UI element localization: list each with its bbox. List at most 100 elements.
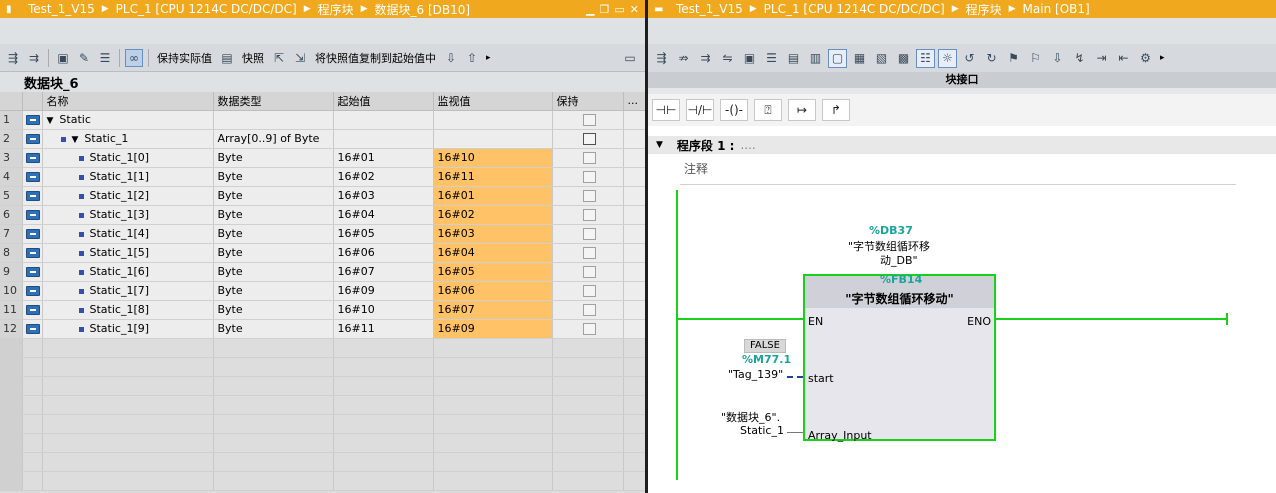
comment-icon[interactable]: ▢ xyxy=(828,48,847,68)
table-row[interactable]: 4 Static_1[1] Byte 16#02 16#11 xyxy=(0,167,645,187)
cell-data-type[interactable]: Byte xyxy=(213,186,334,206)
cell-name[interactable]: Static xyxy=(59,113,90,126)
array-tag-1[interactable]: "数据块_6". xyxy=(721,409,780,425)
cell-name[interactable]: Static_1[1] xyxy=(90,170,150,183)
list-icon[interactable]: ☰ xyxy=(96,49,114,67)
outdent-icon[interactable]: ⇤ xyxy=(1114,49,1133,68)
goto-icon[interactable]: ↺ xyxy=(960,49,979,68)
expand-icon[interactable]: ▣ xyxy=(54,49,72,67)
title-folder[interactable]: 程序块 xyxy=(966,1,1002,18)
call-icon[interactable]: ↯ xyxy=(1070,49,1089,68)
cell-start-value[interactable]: 16#06 xyxy=(333,243,434,263)
nc-contact-icon[interactable]: ⊣/⊢ xyxy=(686,99,714,121)
toolbar-more-icon[interactable]: ▸ xyxy=(1160,53,1165,63)
collapse-triangle-icon[interactable]: ▼ xyxy=(656,140,663,150)
layout-icon[interactable]: ▭ xyxy=(621,49,639,67)
retain-checkbox[interactable] xyxy=(583,304,596,316)
cell-name[interactable]: Static_1[9] xyxy=(90,322,150,335)
indent-icon[interactable]: ⇥ xyxy=(1092,49,1111,68)
open-branch-icon[interactable]: ↦ xyxy=(788,99,816,121)
network-title-placeholder[interactable]: .... xyxy=(740,138,755,152)
network-icon[interactable]: ☷ xyxy=(916,48,935,68)
cell-name[interactable]: Static_1[4] xyxy=(90,227,150,240)
cell-start-value[interactable]: 16#05 xyxy=(333,224,434,244)
cell-data-type[interactable]: Byte xyxy=(213,224,334,244)
table-row[interactable]: 10 Static_1[7] Byte 16#09 16#06 xyxy=(0,281,645,301)
toolbar-more-icon[interactable]: ▸ xyxy=(486,53,491,63)
coil-icon[interactable]: -()- xyxy=(720,99,748,121)
restore-icon[interactable]: ❐ xyxy=(600,3,610,16)
absolute-operands-icon[interactable]: ▦ xyxy=(850,49,869,68)
download-icon[interactable]: ⇩ xyxy=(1048,49,1067,68)
col-start-value[interactable]: 起始值 xyxy=(333,92,434,111)
minimize-icon[interactable]: ▁ xyxy=(586,3,594,16)
cell-start-value[interactable] xyxy=(333,110,434,130)
col-name[interactable]: 名称 xyxy=(42,92,214,111)
cell-data-type[interactable]: Byte xyxy=(213,205,334,225)
title-folder[interactable]: 程序块 xyxy=(318,1,354,18)
copy-to-start-icon[interactable]: ⇱ xyxy=(270,49,288,67)
cell-name[interactable]: Static_1[7] xyxy=(90,284,150,297)
edit-icon[interactable]: ✎ xyxy=(75,49,93,67)
title-project[interactable]: Test_1_V15 xyxy=(676,2,743,16)
cell-start-value[interactable]: 16#11 xyxy=(333,319,434,339)
close-branch-icon[interactable]: ↱ xyxy=(822,99,850,121)
array-tag-2[interactable]: Static_1 xyxy=(740,424,784,437)
cell-name[interactable]: Static_1[3] xyxy=(90,208,150,221)
table-row[interactable]: 7 Static_1[4] Byte 16#05 16#03 xyxy=(0,224,645,244)
col-data-type[interactable]: 数据类型 xyxy=(213,92,334,111)
favorites-icon[interactable]: ▩ xyxy=(894,49,913,68)
retain-checkbox[interactable] xyxy=(583,228,596,240)
next-bookmark-icon[interactable]: ⚐ xyxy=(1026,49,1045,68)
table-row[interactable]: 3 Static_1[0] Byte 16#01 16#10 xyxy=(0,148,645,168)
overview-icon[interactable]: ⚙ xyxy=(1136,49,1155,68)
insert-network-icon[interactable]: ⇶ xyxy=(652,49,671,68)
title-block[interactable]: 数据块_6 [DB10] xyxy=(375,1,471,18)
close-all-icon[interactable]: ▥ xyxy=(806,49,825,68)
block-interface-splitter[interactable]: 块接口 xyxy=(648,72,1276,88)
bookmark-icon[interactable]: ⚑ xyxy=(1004,49,1023,68)
cell-data-type[interactable]: Byte xyxy=(213,148,334,168)
upload-icon[interactable]: ⇧ xyxy=(463,49,481,67)
table-row[interactable]: 6 Static_1[3] Byte 16#04 16#02 xyxy=(0,205,645,225)
cell-data-type[interactable] xyxy=(213,110,334,130)
title-block[interactable]: Main [OB1] xyxy=(1023,2,1090,16)
cell-name[interactable]: Static_1[6] xyxy=(90,265,150,278)
instance-db-address[interactable]: %DB37 xyxy=(869,224,913,237)
empty-box-icon[interactable]: ⍰ xyxy=(754,99,782,121)
table-row[interactable]: 5 Static_1[2] Byte 16#03 16#01 xyxy=(0,186,645,206)
cell-data-type[interactable]: Byte xyxy=(213,281,334,301)
retain-checkbox[interactable] xyxy=(583,171,596,183)
title-plc[interactable]: PLC_1 [CPU 1214C DC/DC/DC] xyxy=(116,2,297,16)
cell-data-type[interactable]: Byte xyxy=(213,262,334,282)
network-header[interactable]: ▼ 程序段 1 : .... xyxy=(648,136,1276,154)
table-row[interactable]: 2 ▼ Static_1 Array[0..9] of Byte xyxy=(0,129,645,149)
download-icon[interactable]: ⇩ xyxy=(442,49,460,67)
add-row-icon[interactable]: ⇉ xyxy=(25,49,43,67)
table-row[interactable]: 11 Static_1[8] Byte 16#10 16#07 xyxy=(0,300,645,320)
tag-info-icon[interactable]: ▧ xyxy=(872,49,891,68)
no-contact-icon[interactable]: ⊣⊢ xyxy=(652,99,680,121)
expand-icon[interactable]: ▣ xyxy=(740,49,759,68)
cell-data-type[interactable]: Byte xyxy=(213,243,334,263)
insert-row-icon[interactable]: ⇉ xyxy=(696,49,715,68)
cell-start-value[interactable]: 16#09 xyxy=(333,281,434,301)
retain-checkbox[interactable] xyxy=(583,133,596,145)
title-plc[interactable]: PLC_1 [CPU 1214C DC/DC/DC] xyxy=(764,2,945,16)
close-icon[interactable]: ✕ xyxy=(630,3,639,16)
col-retain[interactable]: 保持 xyxy=(552,92,624,111)
retain-checkbox[interactable] xyxy=(583,114,596,126)
fb-box[interactable]: "字节数组循环移动" EN ENO start Array_Input xyxy=(803,274,996,442)
monitor-icon[interactable]: ☼ xyxy=(938,48,957,68)
insert-row-icon[interactable]: ⇶ xyxy=(4,49,22,67)
compare-icon[interactable]: ⇋ xyxy=(718,49,737,68)
retain-checkbox[interactable] xyxy=(583,152,596,164)
retain-checkbox[interactable] xyxy=(583,190,596,202)
cell-name[interactable]: Static_1[8] xyxy=(90,303,150,316)
open-all-icon[interactable]: ▤ xyxy=(784,49,803,68)
keep-actual-values-button[interactable]: 保持实际值 xyxy=(154,50,215,66)
instance-db-name-2[interactable]: 动_DB" xyxy=(880,252,918,268)
load-start-icon[interactable]: ⇲ xyxy=(291,49,309,67)
cell-start-value[interactable]: 16#02 xyxy=(333,167,434,187)
network-comment[interactable]: 注释 xyxy=(684,160,708,177)
